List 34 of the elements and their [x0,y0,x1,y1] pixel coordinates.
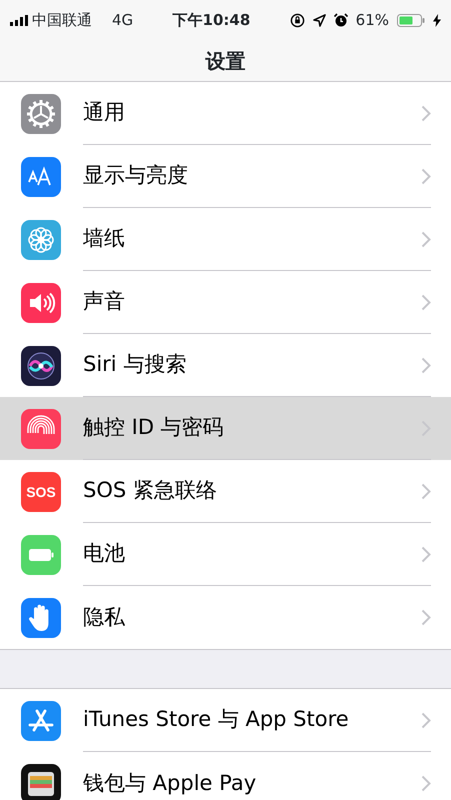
chevron-icon [421,356,431,374]
row-label: iTunes Store 与 App Store [83,706,350,734]
chevron-icon [421,294,431,310]
chevron-icon [421,230,431,248]
location-icon [312,14,326,26]
carrier-name: 中国联通 [32,10,92,31]
row-label: 电池 [83,540,126,568]
row-label: 通用 [83,99,126,126]
chevron-icon [421,168,431,184]
chevron-icon [421,546,431,562]
page-title: 设置 [206,48,246,74]
row-label: Siri 与搜索 [83,351,188,378]
rotation-lock-icon [290,12,305,28]
signal-icon [10,14,28,26]
row-label: 隐私 [83,604,126,631]
battery-icon [397,14,426,26]
chevron-icon [421,482,431,500]
row-label: 钱包与 Apple Pay [83,770,258,797]
status-time: 下午10:48 [172,10,250,31]
row-label: SOS 紧急联络 [83,477,218,504]
row-label: 墙纸 [83,225,126,252]
chevron-icon [421,712,431,728]
settings-row[interactable]: 触控 ID 与密码 [0,397,451,460]
battery-percent: 61% [356,10,390,31]
sos-app-icon: SOS [21,472,61,512]
row-label: 触控 ID 与密码 [83,414,225,442]
chevron-icon [421,104,431,122]
chevron-icon [421,609,431,626]
network-type: 4G [112,10,134,31]
alarm-icon [334,13,348,27]
chevron-icon [421,775,431,792]
row-label: 显示与亮度 [83,162,189,190]
row-label: 声音 [83,288,126,316]
charging-icon [433,14,442,26]
